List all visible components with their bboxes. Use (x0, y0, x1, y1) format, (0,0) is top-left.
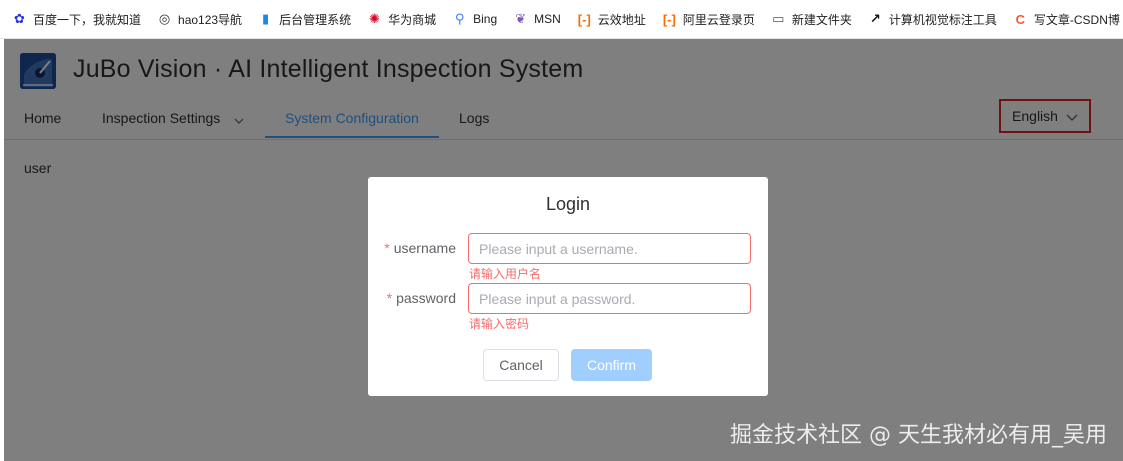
bookmark-item[interactable]: ▭ 新建文件夹 (771, 11, 852, 28)
bookmark-label: 华为商城 (388, 12, 437, 27)
admin-panel-icon: ▮ (261, 11, 270, 26)
bookmark-item[interactable]: ⚲ Bing (452, 11, 498, 27)
dialog-title: Login (545, 194, 591, 214)
bookmark-item[interactable]: ▮ 后台管理系统 (258, 11, 351, 28)
bookmark-label: 阿里云登录页 (682, 12, 755, 27)
password-error: 请输入密码 (469, 317, 530, 331)
bookmark-label: 百度一下，我就知道 (33, 12, 142, 27)
folder-icon: ▭ (772, 11, 785, 26)
password-input[interactable] (468, 283, 751, 314)
bookmark-label: 后台管理系统 (279, 12, 352, 27)
password-label: * password (384, 290, 456, 306)
password-label-text: password (396, 290, 456, 306)
bookmark-item[interactable]: C 写文章-CSDN博 (1013, 11, 1120, 28)
bookmark-item[interactable]: ❦ MSN (513, 11, 561, 27)
aliyun-icon: [-] (662, 11, 676, 27)
bookmark-label: MSN (534, 12, 561, 26)
globe-icon: ◎ (158, 11, 171, 26)
watermark-text: 掘金技术社区 @ 天生我材必有用_吴用 (730, 423, 1107, 448)
bookmark-label: 云效地址 (597, 12, 646, 27)
bookmark-item[interactable]: ✿ 百度一下，我就知道 (12, 11, 141, 28)
bookmark-label: 写文章-CSDN博 (1033, 12, 1120, 27)
arrow-circle-icon: ↗ (869, 11, 881, 26)
bookmark-label: 新建文件夹 (791, 12, 852, 27)
bookmark-label: 计算机视觉标注工具 (888, 12, 997, 27)
bookmark-item[interactable]: ✺ 华为商城 (367, 11, 436, 28)
bookmarks-bar: ✿ 百度一下，我就知道 ◎ hao123导航 ▮ 后台管理系统 ✺ 华为商城 ⚲ Bing ❦ MSN… (0, 0, 1123, 39)
huawei-logo-icon: ✺ (369, 11, 381, 26)
search-icon: ⚲ (454, 11, 465, 26)
bookmark-item[interactable]: ◎ hao123导航 (157, 11, 242, 28)
username-input[interactable] (468, 233, 751, 264)
bookmark-item[interactable]: [-] 云效地址 (577, 11, 646, 28)
required-mark: * (386, 290, 393, 306)
bookmark-label: Bing (473, 12, 498, 26)
bookmark-item[interactable]: ↗ 计算机视觉标注工具 (868, 11, 997, 28)
login-dialog: Login *username 请输入用户名 *password 请输入密码 C… (368, 177, 768, 396)
baidu-paw-icon: ✿ (14, 11, 25, 26)
username-label-text: username (393, 240, 456, 256)
cancel-button[interactable]: Cancel (483, 349, 559, 381)
bookmark-item[interactable]: [-] 阿里云登录页 (662, 11, 755, 28)
msn-butterfly-icon: ❦ (515, 11, 527, 26)
username-label: * username (384, 240, 456, 256)
aliyun-icon: [-] (577, 11, 591, 27)
csdn-icon: C (1015, 11, 1026, 27)
required-mark: * (384, 240, 390, 256)
username-error: 请输入用户名 (469, 267, 542, 281)
bookmark-label: hao123导航 (178, 12, 243, 27)
confirm-button[interactable]: Confirm (571, 349, 652, 381)
